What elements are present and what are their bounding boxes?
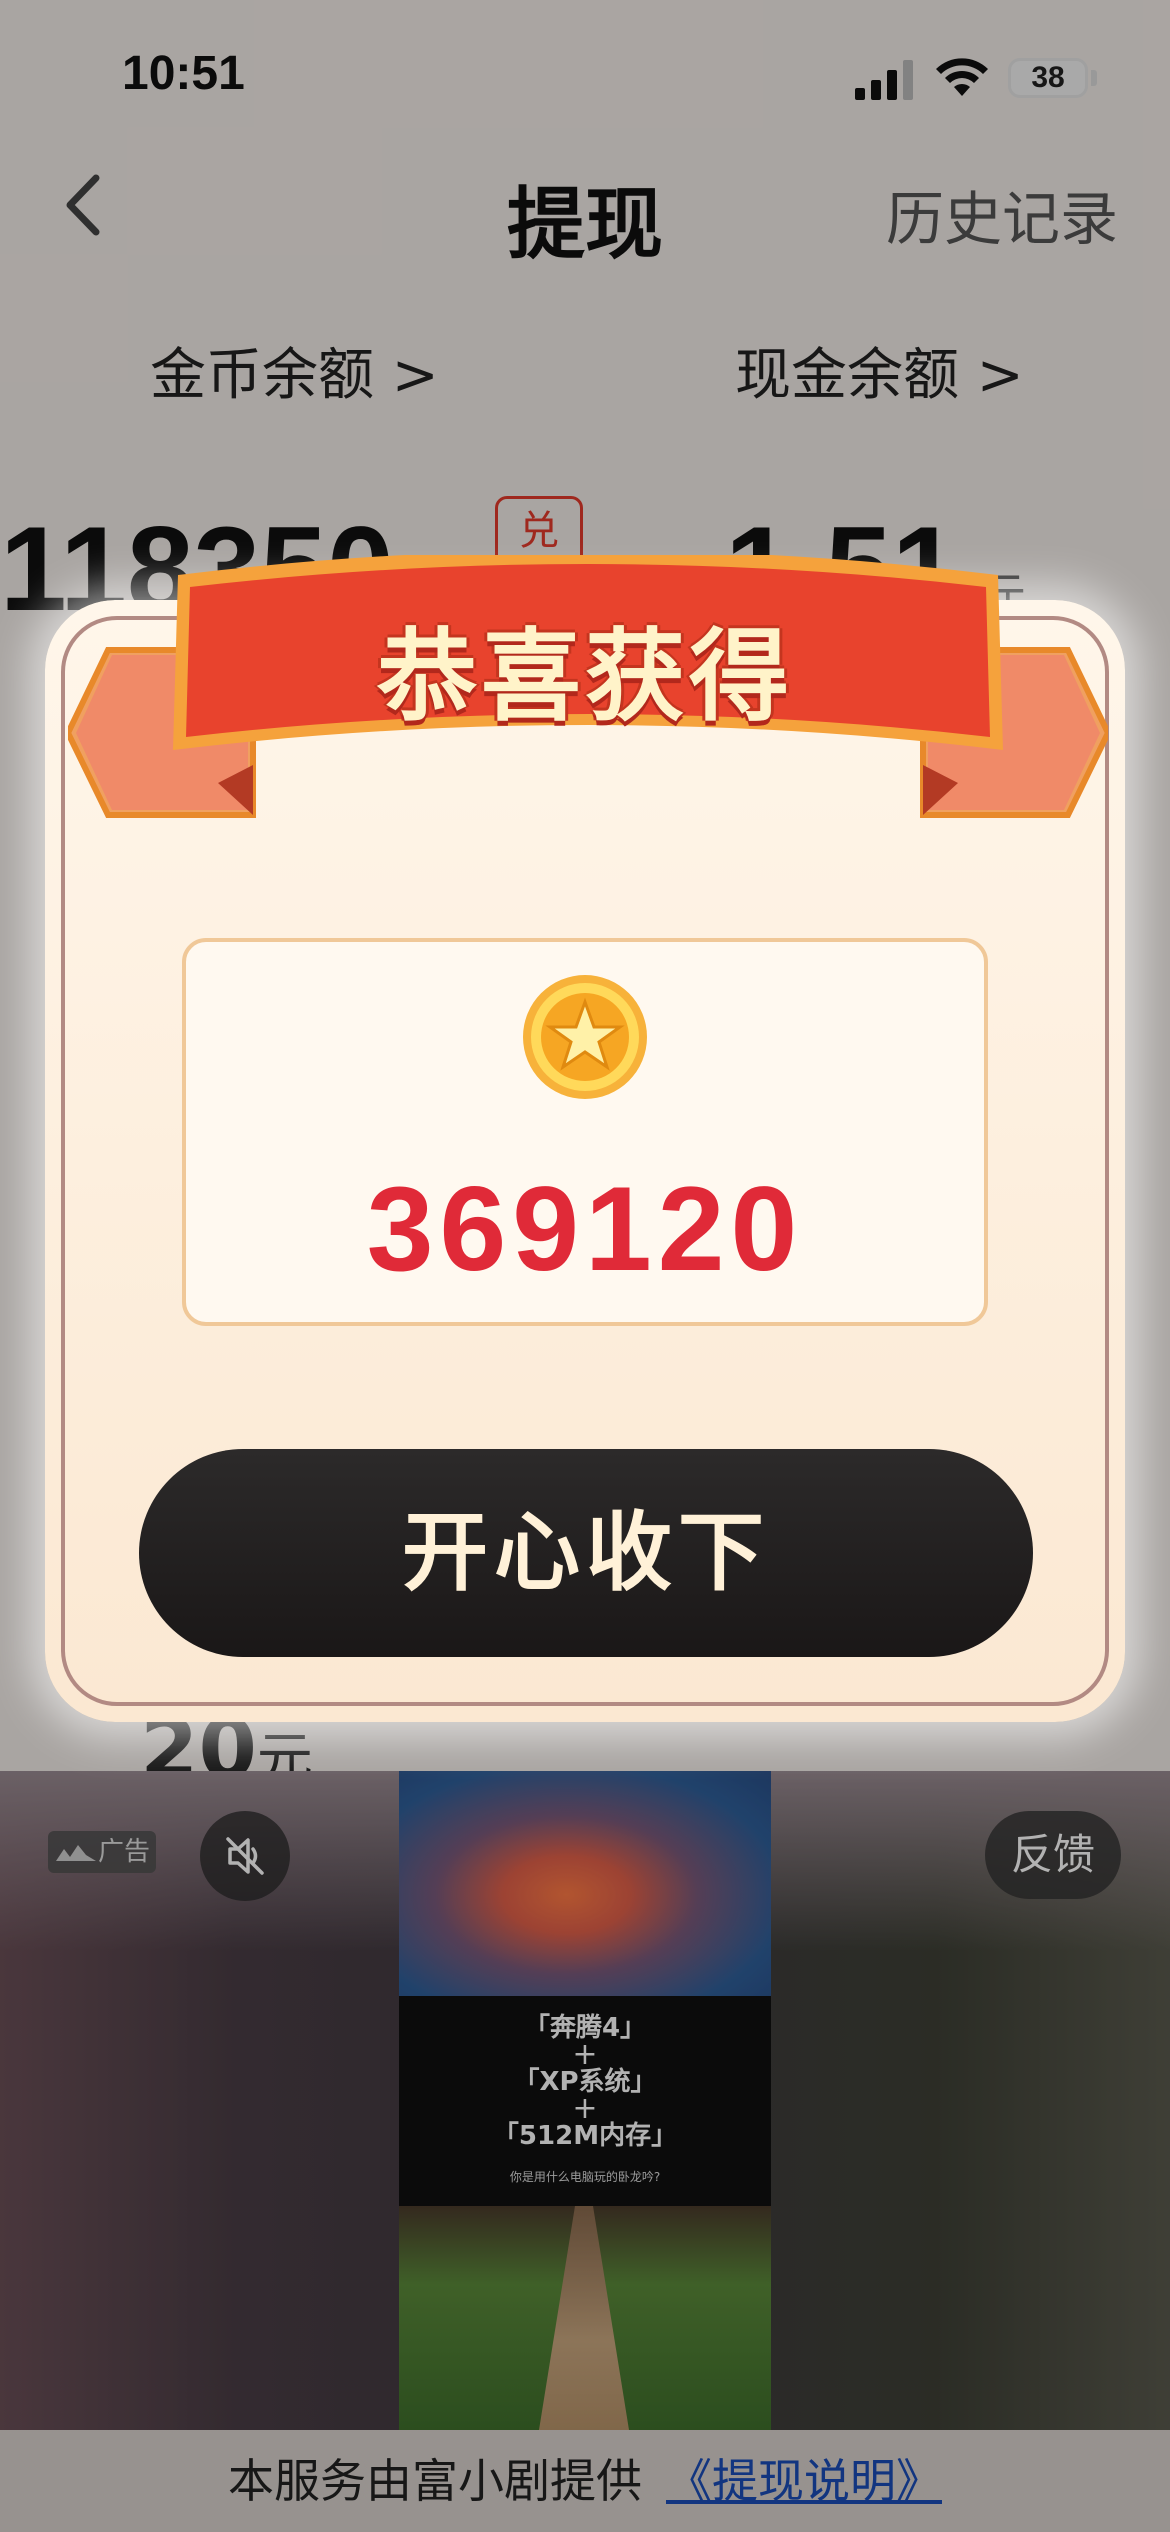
accept-button[interactable]: 开心收下 bbox=[139, 1449, 1033, 1657]
modal-title: 恭喜获得 bbox=[377, 618, 793, 735]
modal-backdrop-footer bbox=[0, 2430, 1170, 2532]
gold-coin-star-icon bbox=[523, 975, 647, 1099]
reward-amount: 369120 bbox=[366, 1162, 804, 1296]
